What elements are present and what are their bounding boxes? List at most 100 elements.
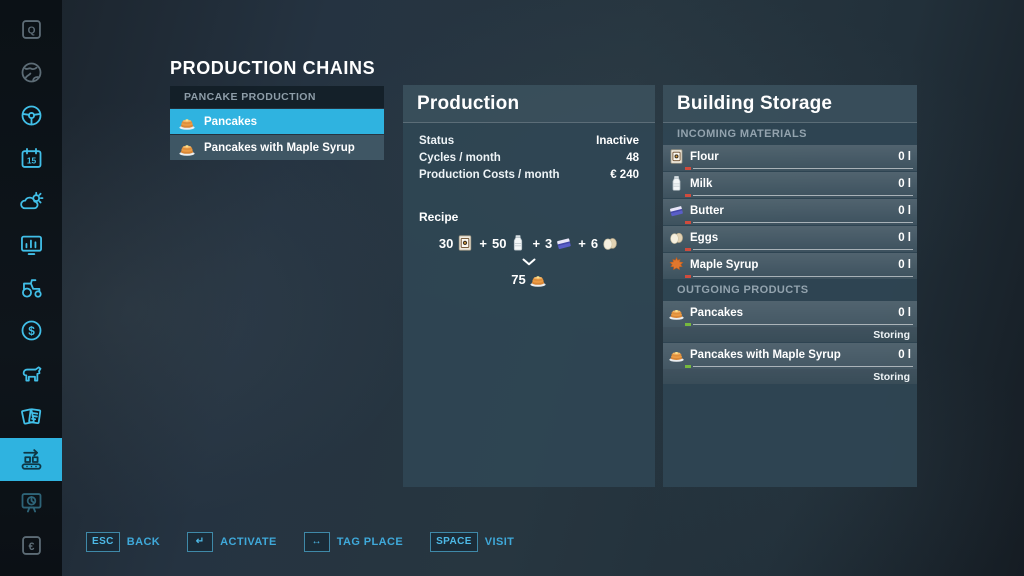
flour-icon (456, 234, 474, 252)
svg-text:Q: Q (27, 26, 35, 37)
bottom-key-hints: ESC BACK ↵ ACTIVATE ↔ TAG PLACE SPACE VI… (86, 532, 514, 552)
construction-icon (18, 489, 45, 516)
weather-icon (18, 188, 45, 215)
recipe-qty: 3 (545, 236, 552, 251)
storage-row-label: Milk (690, 178, 898, 190)
chain-list-item[interactable]: Pancakes with Maple Syrup (170, 135, 384, 160)
storage-row: Pancakes with Maple Syrup 0 l Storing (663, 343, 917, 384)
stat-value: 48 (626, 150, 639, 167)
flour-icon (668, 148, 685, 165)
fill-level-marker (685, 365, 691, 368)
chain-group-header: PANCAKE PRODUCTION (170, 86, 384, 108)
production-stats: Status Inactive Cycles / month 48 Produc… (403, 123, 655, 184)
sidebar-item-production-chains[interactable] (0, 438, 62, 481)
sidebar-item-construction[interactable] (0, 481, 62, 524)
incoming-materials-header: INCOMING MATERIALS (663, 123, 917, 144)
key-hint-tag-place[interactable]: ↔ TAG PLACE (304, 532, 403, 552)
fill-level-marker (685, 275, 691, 278)
storage-row-value: 0 l (898, 151, 911, 163)
cow-icon (18, 360, 45, 387)
key-hint-visit[interactable]: SPACE VISIT (430, 532, 514, 552)
pancakes-icon (178, 113, 196, 131)
sidebar-item-map[interactable] (0, 51, 62, 94)
butter-icon (555, 234, 573, 252)
key-hint-activate[interactable]: ↵ ACTIVATE (187, 532, 277, 552)
fill-level-bar (663, 220, 917, 225)
maple-syrup-icon (668, 256, 685, 273)
sidebar-item-statistics[interactable] (0, 223, 62, 266)
fill-level-marker (685, 221, 691, 224)
sidebar-item-animals[interactable] (0, 352, 62, 395)
storage-row-label: Pancakes (690, 307, 898, 319)
fill-level-bar (663, 193, 917, 198)
storage-status: Storing (663, 369, 917, 384)
sidebar-item-contracts[interactable] (0, 395, 62, 438)
storage-row-value: 0 l (898, 259, 911, 271)
storage-row: Eggs 0 l (663, 226, 917, 252)
pancakes-icon (529, 270, 547, 288)
recipe-inputs: 30+50+3+6 (403, 234, 655, 252)
storage-panel-title: Building Storage (663, 85, 917, 123)
fill-level-bar (663, 247, 917, 252)
recipe-output: 75 (403, 270, 655, 288)
sidebar-item-economy[interactable]: € (0, 524, 62, 567)
sidebar-item-garage[interactable] (0, 266, 62, 309)
sidebar-item-finances[interactable]: $ (0, 309, 62, 352)
fill-level-bar (663, 274, 917, 279)
pancakes-icon (178, 139, 196, 157)
keycap: ↔ (304, 532, 330, 552)
storage-row-value: 0 l (898, 178, 911, 190)
milk-icon (509, 234, 527, 252)
plus-sign: + (578, 236, 586, 251)
sidebar-item-vehicles[interactable] (0, 94, 62, 137)
key-hint-label: VISIT (485, 536, 515, 548)
pancakes-icon (668, 304, 685, 321)
storage-row-value: 0 l (898, 232, 911, 244)
statistics-icon (18, 231, 45, 258)
storage-row-value: 0 l (898, 205, 911, 217)
key-hint-label: ACTIVATE (220, 536, 277, 548)
production-panel: Production Status Inactive Cycles / mont… (403, 85, 655, 487)
stat-row: Cycles / month 48 (419, 150, 639, 167)
steering-wheel-icon (18, 102, 45, 129)
storage-row-label: Pancakes with Maple Syrup (690, 349, 898, 361)
fill-level-marker (685, 167, 691, 170)
storage-status: Storing (663, 327, 917, 342)
page-title: PRODUCTION CHAINS (170, 58, 375, 79)
storage-row-value: 0 l (898, 307, 911, 319)
recipe-qty: 30 (439, 236, 453, 251)
eggs-icon (668, 229, 685, 246)
svg-text:$: $ (28, 324, 35, 338)
chevron-down-icon (403, 258, 655, 266)
stat-label: Cycles / month (419, 150, 501, 167)
calendar-icon: 15 (18, 145, 45, 172)
storage-row-label: Eggs (690, 232, 898, 244)
production-panel-title: Production (403, 85, 655, 123)
plus-sign: + (479, 236, 487, 251)
storage-row: Butter 0 l (663, 199, 917, 225)
recipe-qty: 6 (591, 236, 598, 251)
key-hint-back[interactable]: ESC BACK (86, 532, 160, 552)
sidebar-item-calendar[interactable]: 15 (0, 137, 62, 180)
pancakes-icon (668, 346, 685, 363)
storage-row-label: Maple Syrup (690, 259, 898, 271)
keycap: ESC (86, 532, 120, 552)
euro-key-icon: € (18, 532, 45, 559)
money-icon: $ (18, 317, 45, 344)
building-storage-panel: Building Storage INCOMING MATERIALS Flou… (663, 85, 917, 487)
sidebar-item-weather[interactable] (0, 180, 62, 223)
chain-item-label: Pancakes (204, 116, 257, 128)
storage-row: Milk 0 l (663, 172, 917, 198)
storage-row: Maple Syrup 0 l (663, 253, 917, 279)
fill-level-marker (685, 248, 691, 251)
plus-sign: + (532, 236, 540, 251)
storage-row-label: Butter (690, 205, 898, 217)
stat-row: Status Inactive (419, 133, 639, 150)
chain-list-item[interactable]: Pancakes (170, 109, 384, 134)
sidebar-item-key-q[interactable]: Q (0, 8, 62, 51)
production-chain-icon (18, 446, 45, 473)
map-icon (18, 59, 45, 86)
stat-label: Status (419, 133, 454, 150)
keycap: SPACE (430, 532, 478, 552)
key-q-icon: Q (18, 16, 45, 43)
